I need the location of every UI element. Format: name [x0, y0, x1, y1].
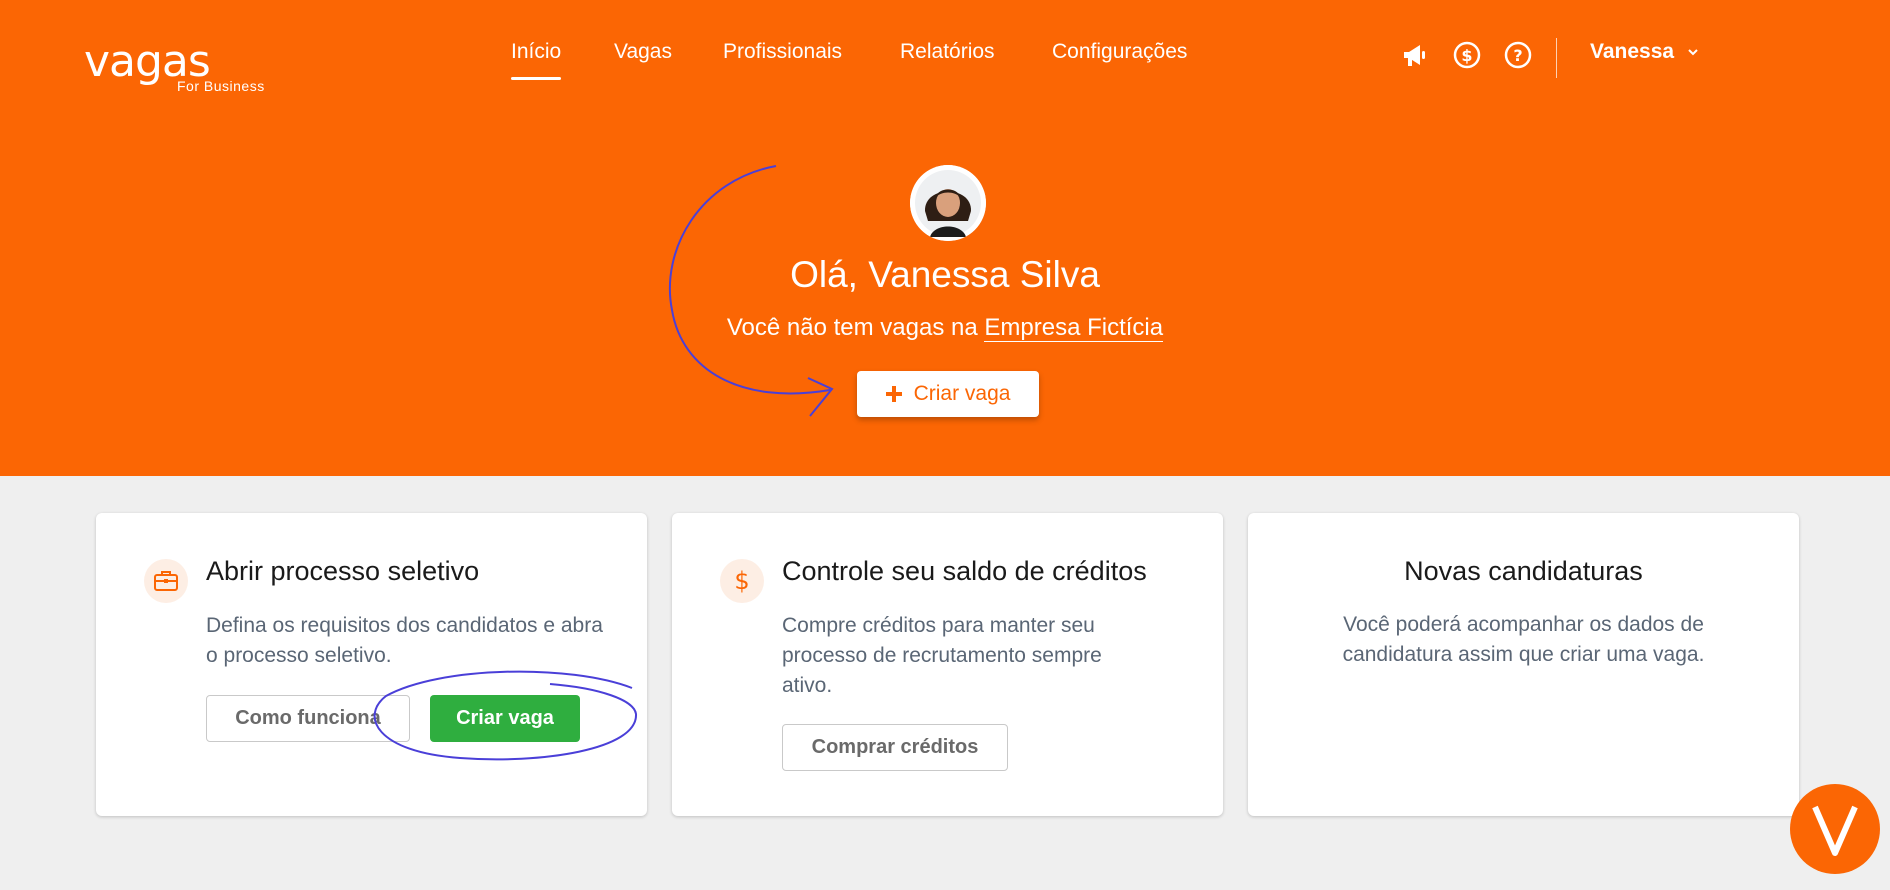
- nav-item-profissionais[interactable]: Profissionais: [723, 40, 842, 64]
- nav-item-inicio[interactable]: Início: [511, 40, 562, 80]
- nav-item-vagas[interactable]: Vagas: [614, 40, 672, 64]
- chevron-down-icon[interactable]: [1686, 44, 1700, 58]
- card-description: Compre créditos para manter seu processo…: [782, 614, 1102, 697]
- dollar-circle-icon[interactable]: $: [1452, 40, 1482, 70]
- user-menu-name[interactable]: Vanessa: [1590, 40, 1674, 64]
- card-description: Você poderá acompanhar os dados de candi…: [1342, 613, 1705, 666]
- vagas-v-icon[interactable]: [1790, 784, 1880, 874]
- create-job-button[interactable]: Criar vaga: [430, 695, 580, 742]
- card-title: Novas candidaturas: [1404, 556, 1643, 586]
- company-link[interactable]: Empresa Fictícia: [984, 314, 1164, 342]
- card-new-applications: Novas candidaturas Você poderá acompanha…: [1248, 513, 1799, 816]
- header-divider: [1556, 38, 1557, 78]
- hero-create-job-button[interactable]: Criar vaga: [857, 371, 1039, 417]
- hero-greeting: Olá, Vanessa Silva: [790, 254, 1100, 295]
- avatar: [910, 165, 986, 241]
- nav-item-configuracoes[interactable]: Configurações: [1052, 40, 1187, 64]
- megaphone-icon[interactable]: [1400, 40, 1430, 70]
- plus-icon: [885, 386, 902, 402]
- card-title: Controle seu saldo de créditos: [782, 556, 1147, 586]
- card-title: Abrir processo seletivo: [206, 556, 480, 586]
- card-description: Defina os requisitos dos candidatos e ab…: [206, 614, 603, 667]
- nav-item-relatorios[interactable]: Relatórios: [900, 40, 995, 64]
- hero-subtitle-text: Você não tem vagas na: [726, 314, 985, 341]
- briefcase-icon: [144, 559, 188, 603]
- card-credits: $ Controle seu saldo de créditos Compre …: [672, 513, 1223, 816]
- hero-create-job-label: Criar vaga: [913, 382, 1011, 405]
- help-circle-icon[interactable]: ?: [1503, 40, 1533, 70]
- hero-subtitle: Você não tem vagas na Empresa Fictícia: [595, 314, 1295, 342]
- how-it-works-button[interactable]: Como funciona: [206, 695, 410, 742]
- buy-credits-button[interactable]: Comprar créditos: [782, 724, 1008, 771]
- logo-subtitle: For Business: [177, 78, 265, 94]
- dollar-icon: $: [720, 559, 764, 603]
- svg-text:$: $: [1461, 46, 1472, 65]
- card-open-process: Abrir processo seletivo Defina os requis…: [96, 513, 647, 816]
- vagas-logo[interactable]: vagas For Business: [84, 36, 284, 98]
- svg-text:?: ?: [1513, 46, 1522, 65]
